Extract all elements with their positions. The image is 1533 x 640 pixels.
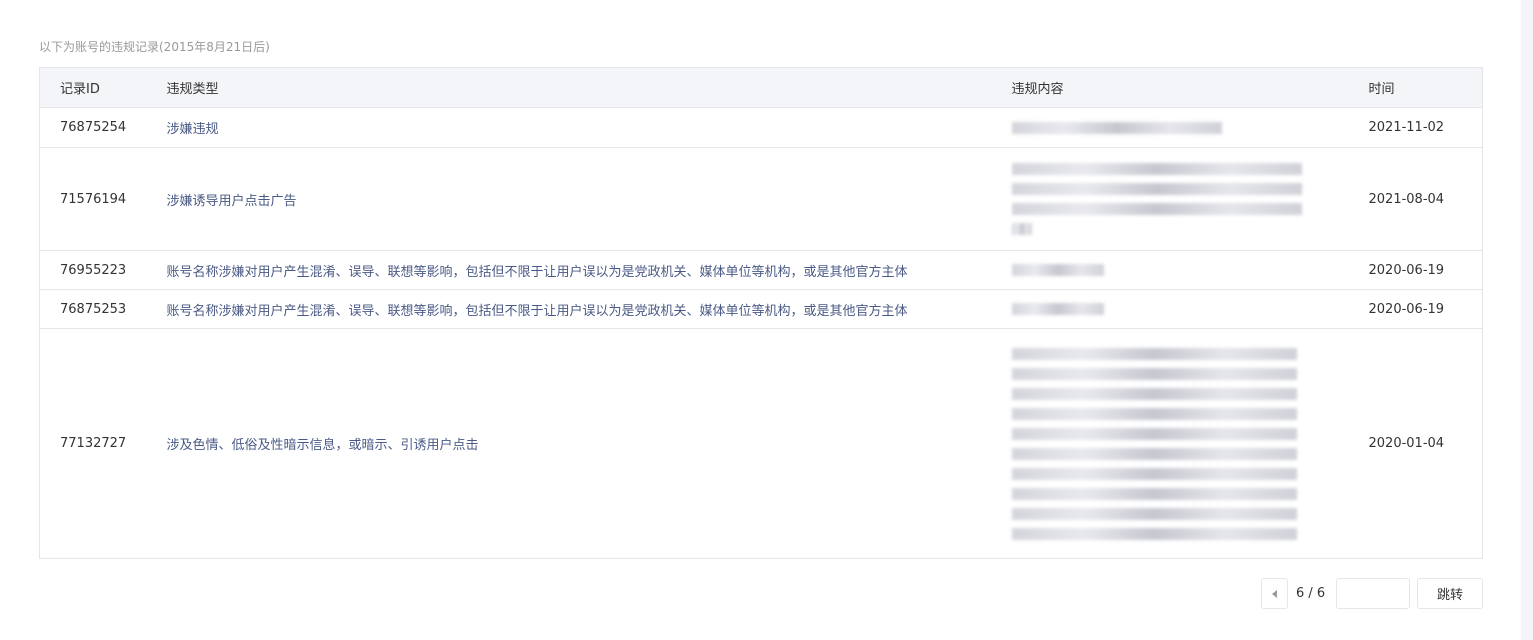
record-id: 77132727 <box>39 328 167 559</box>
header-time: 时间 <box>1368 67 1483 108</box>
violation-type: 账号名称涉嫌对用户产生混淆、误导、联想等影响，包括但不限于让用户误以为是党政机关… <box>166 250 1012 290</box>
redacted-content <box>1011 107 1369 148</box>
record-date: 2020-01-04 <box>1368 328 1483 559</box>
record-date: 2021-08-04 <box>1368 147 1483 251</box>
header-content: 违规内容 <box>1011 67 1369 108</box>
table-header: 记录ID 违规类型 违规内容 时间 <box>39 67 1483 108</box>
record-date: 2021-11-02 <box>1368 107 1483 148</box>
table-row: 71576194 涉嫌诱导用户点击广告 2021-08-04 <box>39 147 1483 251</box>
redacted-content <box>1011 328 1369 559</box>
caret-left-icon <box>1272 589 1277 598</box>
violation-type: 账号名称涉嫌对用户产生混淆、误导、联想等影响，包括但不限于让用户误以为是党政机关… <box>166 289 1012 329</box>
table-row: 77132727 涉及色情、低俗及性暗示信息，或暗示、引诱用户点击 2020-0… <box>39 328 1483 559</box>
record-id: 71576194 <box>39 147 167 251</box>
table-row: 76875254 涉嫌违规 2021-11-02 <box>39 107 1483 148</box>
records-caption: 以下为账号的违规记录(2015年8月21日后) <box>39 40 270 54</box>
redacted-content <box>1011 147 1369 251</box>
violation-table: 记录ID 违规类型 违规内容 时间 76875254 涉嫌违规 2021-11-… <box>39 67 1483 559</box>
record-date: 2020-06-19 <box>1368 250 1483 290</box>
record-id: 76955223 <box>39 250 167 290</box>
header-type: 违规类型 <box>166 67 1012 108</box>
table-row: 76955223 账号名称涉嫌对用户产生混淆、误导、联想等影响，包括但不限于让用… <box>39 250 1483 290</box>
prev-page-button[interactable] <box>1261 578 1288 609</box>
record-id: 76875253 <box>39 289 167 329</box>
table-row: 76875253 账号名称涉嫌对用户产生混淆、误导、联想等影响，包括但不限于让用… <box>39 289 1483 329</box>
header-id: 记录ID <box>39 67 167 108</box>
record-id: 76875254 <box>39 107 167 148</box>
record-date: 2020-06-19 <box>1368 289 1483 329</box>
page-indicator: 6 / 6 <box>1296 586 1326 601</box>
page-number-input[interactable] <box>1336 578 1410 609</box>
scrollbar-track[interactable] <box>1521 0 1533 640</box>
violation-type: 涉及色情、低俗及性暗示信息，或暗示、引诱用户点击 <box>166 328 1012 559</box>
redacted-content <box>1011 250 1369 290</box>
jump-button[interactable]: 跳转 <box>1417 578 1483 609</box>
violation-type: 涉嫌诱导用户点击广告 <box>166 147 1012 251</box>
violation-type: 涉嫌违规 <box>166 107 1012 148</box>
redacted-content <box>1011 289 1369 329</box>
